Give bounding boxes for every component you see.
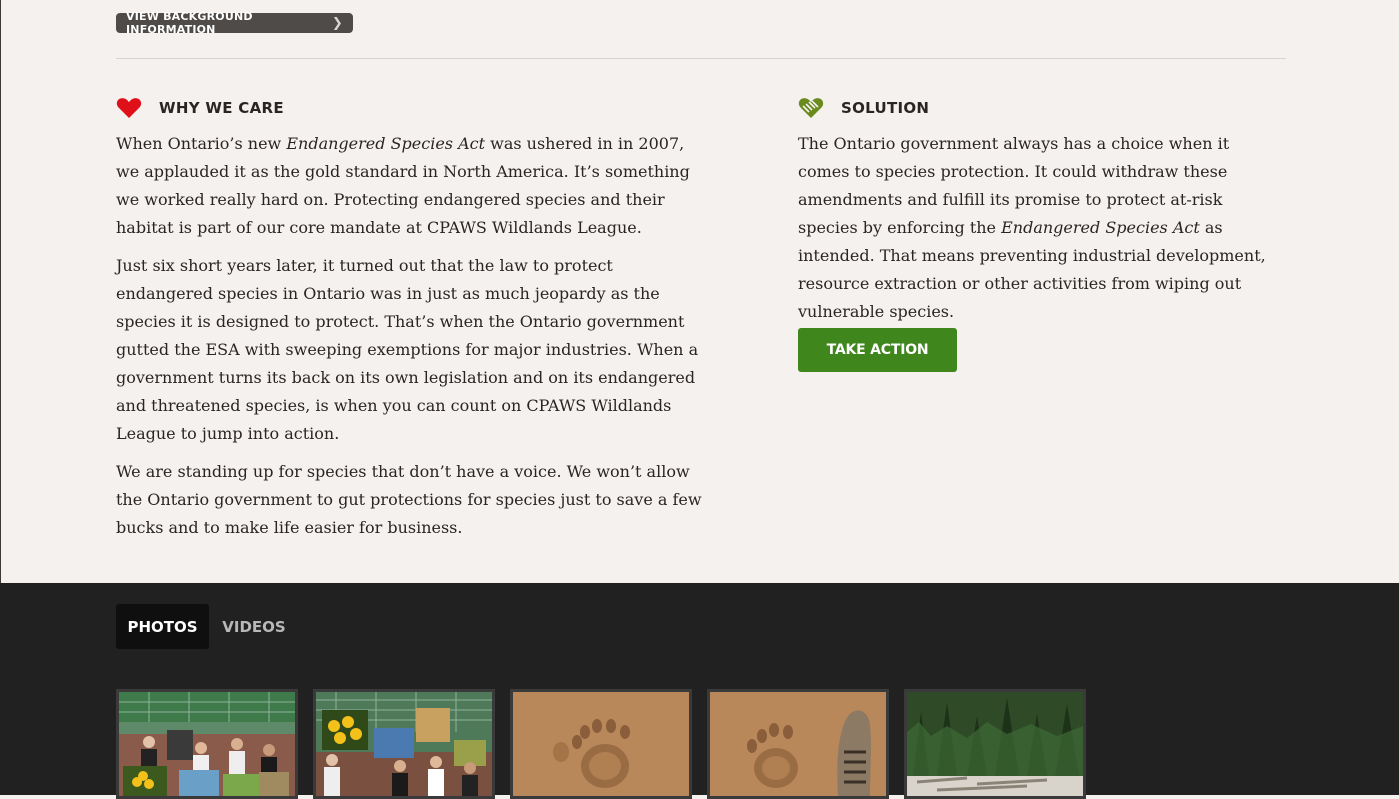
media-gallery-section: PHOTOS VIDEOS bbox=[0, 583, 1399, 799]
heart-icon bbox=[116, 96, 142, 120]
why-we-care-paragraph-3: We are standing up for species that don’… bbox=[116, 462, 702, 537]
tab-videos[interactable]: VIDEOS bbox=[216, 604, 292, 649]
photo-thumbnail-forest-shore[interactable] bbox=[904, 689, 1086, 799]
why-we-care-section: WHY WE CARE When Ontario’s new Endangere… bbox=[116, 96, 706, 552]
handshake-icon bbox=[798, 96, 824, 120]
view-background-information-button[interactable]: VIEW BACKGROUND INFORMATION ❯ bbox=[116, 10, 353, 36]
photo-thumbnail-press-event-2[interactable] bbox=[313, 689, 495, 799]
photo-thumbnail-bear-track[interactable] bbox=[510, 689, 692, 799]
why-we-care-paragraph-1: When Ontario’s new Endangered Species Ac… bbox=[116, 134, 690, 237]
solution-paragraph: The Ontario government always has a choi… bbox=[798, 134, 1266, 321]
why-we-care-paragraph-2: Just six short years later, it turned ou… bbox=[116, 256, 699, 443]
solution-heading: SOLUTION bbox=[841, 99, 930, 117]
view-background-information-label: VIEW BACKGROUND INFORMATION bbox=[126, 10, 253, 36]
solution-section: SOLUTION The Ontario government always h… bbox=[798, 96, 1268, 336]
photo-thumbnail-press-event-1[interactable] bbox=[116, 689, 298, 799]
take-action-button[interactable]: TAKE ACTION bbox=[798, 328, 957, 372]
tab-photos[interactable]: PHOTOS bbox=[116, 604, 209, 649]
section-divider bbox=[116, 58, 1286, 59]
chevron-right-icon: ❯ bbox=[331, 15, 343, 31]
photo-thumbnail-bear-track-boot[interactable] bbox=[707, 689, 889, 799]
why-we-care-heading: WHY WE CARE bbox=[159, 99, 284, 117]
page-left-border bbox=[0, 0, 1, 583]
